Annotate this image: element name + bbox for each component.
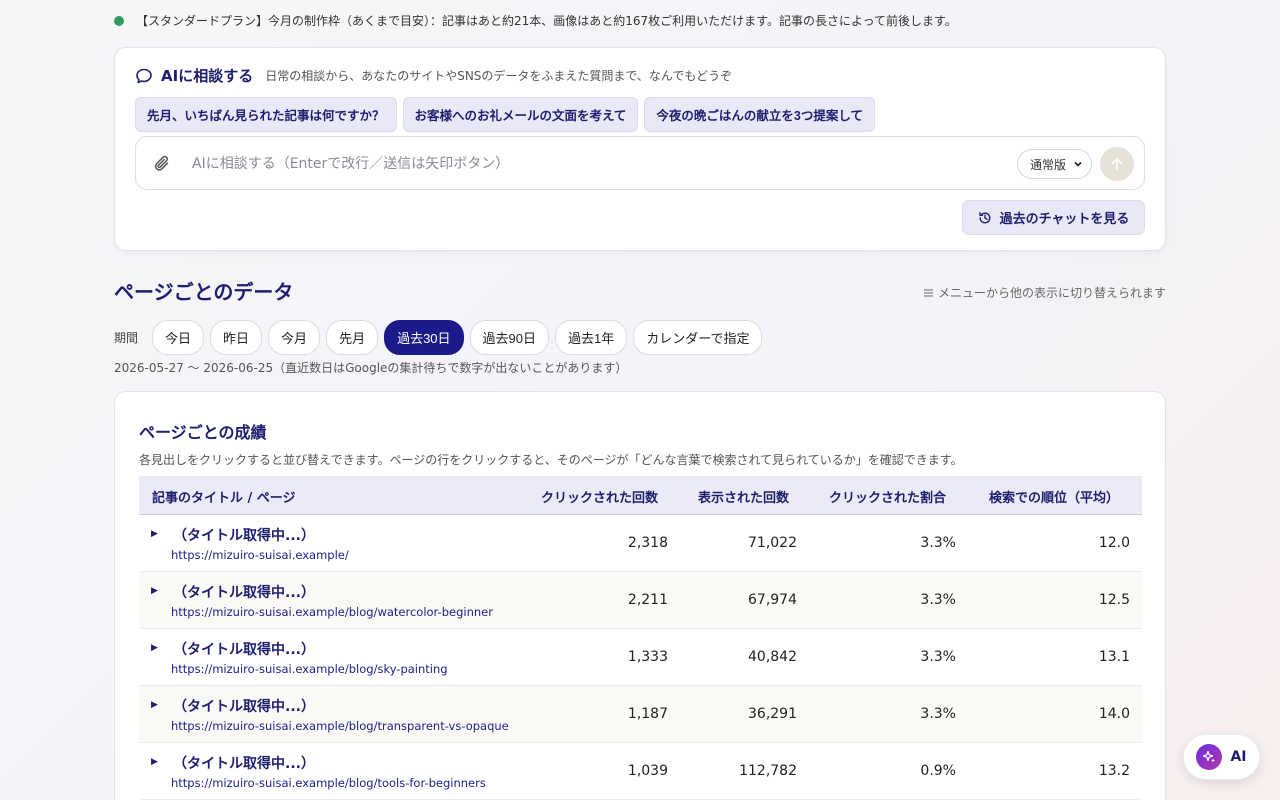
plan-status-text: 【スタンダードプラン】今月の制作枠（あくまで目安）：記事はあと約21本、画像はあ… (136, 14, 957, 28)
history-icon (978, 211, 991, 223)
table-header: 記事のタイトル / ページ クリックされた回数 表示された回数 クリックされた割… (139, 476, 1142, 515)
row-url[interactable]: https://mizuiro-suisai.example/blog/tool… (171, 776, 486, 790)
row-position: 13.1 (1098, 649, 1130, 665)
expand-caret-icon[interactable]: ▶ (151, 700, 158, 710)
row-clicks: 1,333 (627, 649, 668, 665)
header-page[interactable]: 記事のタイトル / ページ (152, 487, 296, 506)
row-title: （タイトル取得中...） (173, 756, 315, 772)
chat-bubble-icon (136, 68, 152, 83)
row-url[interactable]: https://mizuiro-suisai.example/blog/sky-… (171, 662, 448, 676)
row-ctr: 3.3% (920, 706, 956, 722)
suggestion-chip[interactable]: 今夜の晩ごはんの献立を3つ提案して (644, 97, 875, 132)
row-clicks: 2,211 (627, 592, 668, 608)
chat-history-button[interactable]: 過去のチャットを見る (962, 200, 1145, 235)
header-impressions[interactable]: 表示された回数 (698, 487, 789, 506)
row-position: 12.5 (1098, 592, 1130, 608)
row-ctr: 3.3% (920, 649, 956, 665)
period-last-month[interactable]: 先月 (326, 320, 379, 355)
row-ctr: 3.3% (920, 535, 956, 551)
ai-panel-title: AIに相談する (161, 67, 254, 85)
header-ctr[interactable]: クリックされた割合 (829, 487, 946, 506)
ai-panel-header: AIに相談する 日常の相談から、あなたのサイトやSNSのデータをふまえた質問まで… (135, 65, 732, 86)
ai-floating-label: AI (1230, 749, 1247, 765)
menu-hint[interactable]: メニューから他の表示に切り替えられます (923, 284, 1166, 301)
period-label: 期間 (114, 331, 139, 345)
period-calendar[interactable]: カレンダーで指定 (633, 320, 763, 355)
table-title: ページごとの成績 (139, 423, 267, 442)
chat-input-box: 通常版 (135, 136, 1145, 190)
expand-caret-icon[interactable]: ▶ (151, 757, 158, 767)
suggestion-chip[interactable]: お客様へのお礼メールの文面を考えて (402, 97, 639, 132)
sparkle-glyph-icon (1203, 750, 1216, 763)
status-dot-icon (114, 15, 124, 26)
row-impressions: 67,974 (748, 592, 797, 608)
header-clicks[interactable]: クリックされた回数 (541, 487, 658, 506)
row-url[interactable]: https://mizuiro-suisai.example/ (171, 548, 349, 562)
row-url[interactable]: https://mizuiro-suisai.example/blog/tran… (171, 719, 509, 733)
table-row[interactable]: ▶ （タイトル取得中...） https://mizuiro-suisai.ex… (139, 629, 1142, 686)
period-this-month[interactable]: 今月 (268, 320, 321, 355)
period-today[interactable]: 今日 (152, 320, 205, 355)
row-impressions: 71,022 (748, 535, 797, 551)
page-title: ページごとのデータ (114, 280, 294, 304)
mode-select-value: 通常版 (1030, 157, 1067, 172)
table-row[interactable]: ▶ （タイトル取得中...） https://mizuiro-suisai.ex… (139, 515, 1142, 572)
row-position: 14.0 (1098, 706, 1130, 722)
header-position[interactable]: 検索での順位（平均） (989, 487, 1119, 506)
row-title: （タイトル取得中...） (173, 528, 315, 544)
row-clicks: 1,039 (627, 763, 668, 779)
date-range-note: 2026-05-27 〜 2026-06-25（直近数日はGoogleの集計待ち… (114, 361, 628, 375)
expand-caret-icon[interactable]: ▶ (151, 529, 158, 539)
page-performance-card: ページごとの成績 各見出しをクリックすると並び替えできます。ページの行をクリック… (114, 391, 1166, 800)
suggestion-chip[interactable]: 先月、いちばん見られた記事は何ですか？ (135, 97, 397, 132)
send-button[interactable] (1100, 147, 1134, 181)
period-last-year[interactable]: 過去1年 (555, 320, 628, 355)
row-impressions: 40,842 (748, 649, 797, 665)
ai-floating-button[interactable]: AI (1183, 734, 1260, 780)
row-title: （タイトル取得中...） (173, 642, 315, 658)
table-row[interactable]: ▶ （タイトル取得中...） https://mizuiro-suisai.ex… (139, 572, 1142, 629)
menu-hint-text: メニューから他の表示に切り替えられます (937, 286, 1166, 300)
expand-caret-icon[interactable]: ▶ (151, 586, 158, 596)
row-impressions: 112,782 (739, 763, 797, 779)
menu-icon (923, 289, 933, 296)
row-ctr: 3.3% (920, 592, 956, 608)
table-row[interactable]: ▶ （タイトル取得中...） https://mizuiro-suisai.ex… (139, 743, 1142, 800)
arrow-up-icon (1111, 158, 1123, 170)
row-clicks: 2,318 (627, 535, 668, 551)
row-title: （タイトル取得中...） (173, 585, 315, 601)
row-position: 13.2 (1098, 763, 1130, 779)
chat-input[interactable] (192, 151, 992, 177)
plan-status-bar: 【スタンダードプラン】今月の制作枠（あくまで目安）：記事はあと約21本、画像はあ… (114, 12, 957, 29)
mode-select[interactable]: 通常版 (1017, 149, 1092, 179)
chevron-down-icon (1074, 161, 1082, 167)
period-last-90-days[interactable]: 過去90日 (469, 320, 550, 355)
suggestion-chips: 先月、いちばん見られた記事は何ですか？ お客様へのお礼メールの文面を考えて 今夜… (135, 97, 875, 132)
row-url[interactable]: https://mizuiro-suisai.example/blog/wate… (171, 605, 493, 619)
sparkle-icon (1196, 744, 1223, 770)
row-clicks: 1,187 (627, 706, 668, 722)
table-row[interactable]: ▶ （タイトル取得中...） https://mizuiro-suisai.ex… (139, 686, 1142, 743)
period-selector: 期間 今日 昨日 今月 先月 過去30日 過去90日 過去1年 カレンダーで指定 (114, 320, 763, 355)
table-description: 各見出しをクリックすると並び替えできます。ページの行をクリックすると、そのページ… (139, 453, 963, 467)
row-position: 12.0 (1098, 535, 1130, 551)
period-last-30-days[interactable]: 過去30日 (384, 320, 464, 355)
period-yesterday[interactable]: 昨日 (210, 320, 263, 355)
row-impressions: 36,291 (748, 706, 797, 722)
row-title: （タイトル取得中...） (173, 699, 315, 715)
expand-caret-icon[interactable]: ▶ (151, 643, 158, 653)
ai-panel-subtitle: 日常の相談から、あなたのサイトやSNSのデータをふまえた質問まで、なんでもどうぞ (265, 69, 733, 83)
ai-consult-panel: AIに相談する 日常の相談から、あなたのサイトやSNSのデータをふまえた質問まで… (114, 47, 1166, 251)
chat-history-label: 過去のチャットを見る (999, 211, 1130, 226)
row-ctr: 0.9% (920, 763, 956, 779)
paperclip-icon[interactable] (154, 154, 172, 174)
